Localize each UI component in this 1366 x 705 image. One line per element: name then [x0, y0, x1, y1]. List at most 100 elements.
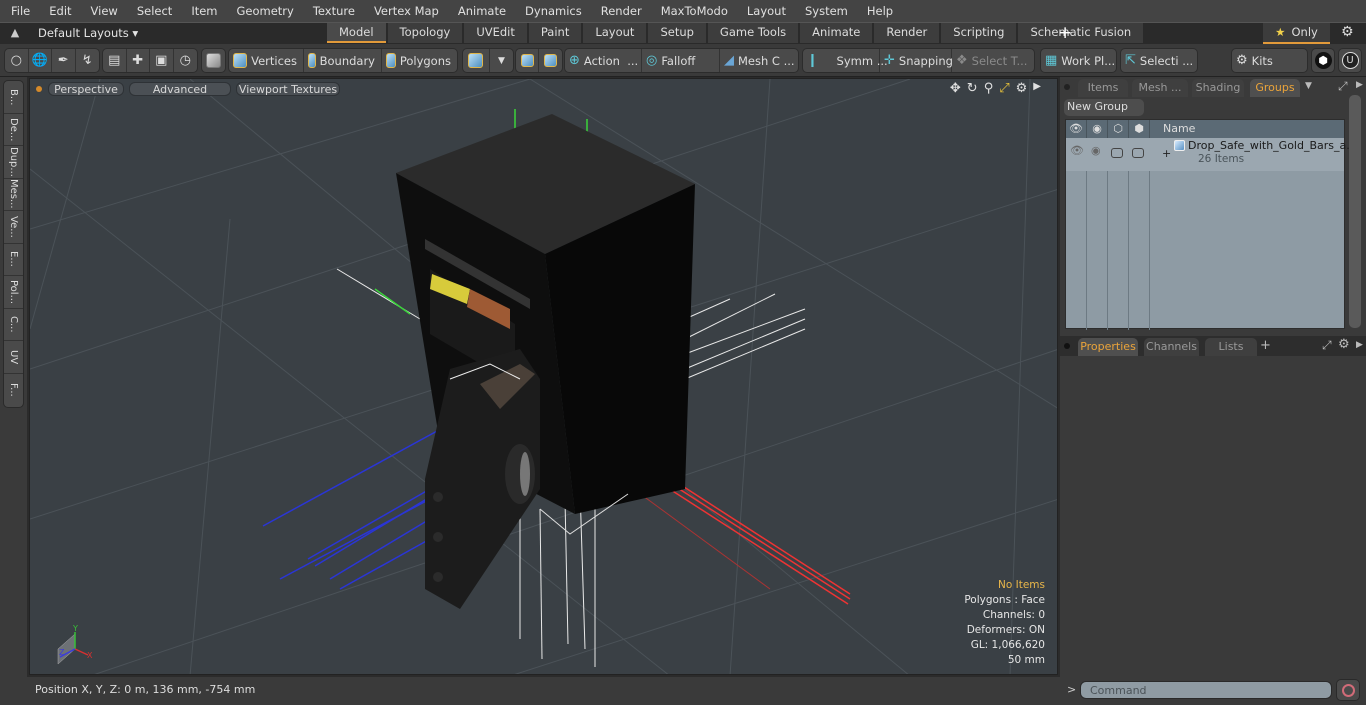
dial-icon[interactable]: ◷ [174, 49, 197, 72]
tab-scripting[interactable]: Scripting [941, 23, 1017, 43]
expand-icon[interactable]: ⤢ [1338, 79, 1348, 94]
layout-selector[interactable]: Default Layouts ▾ [38, 25, 138, 42]
chevron-down-icon[interactable]: ▼ [490, 49, 513, 72]
tab-properties[interactable]: Properties [1078, 338, 1138, 356]
viewport-status-dot[interactable] [36, 86, 42, 92]
expand-toggle[interactable]: + [1162, 147, 1171, 160]
left-tab-polygon[interactable]: Pol... [4, 276, 23, 309]
only-button[interactable]: ★ Only [1263, 23, 1330, 44]
tab-model[interactable]: Model [327, 23, 386, 43]
panel-dot-icon[interactable] [1064, 84, 1070, 90]
panel-arrow-icon[interactable]: ▶ [1356, 80, 1363, 90]
tabs-dropdown-icon[interactable]: ▼ [1305, 81, 1312, 91]
menu-layout[interactable]: Layout [736, 0, 794, 22]
kits-button[interactable]: ⚙ Kits [1231, 48, 1308, 73]
local-axis-icon[interactable] [539, 49, 562, 72]
align-icon[interactable]: ▤ [103, 49, 127, 72]
menu-view[interactable]: View [80, 0, 126, 22]
row-visibility-icon[interactable]: 👁 [1070, 144, 1084, 157]
circle-select-icon[interactable]: ○ [5, 49, 29, 72]
panel-arrow-icon-2[interactable]: ▶ [1356, 340, 1363, 350]
frame-icon[interactable]: ▣ [150, 49, 174, 72]
tab-animate[interactable]: Animate [800, 23, 873, 43]
groups-scrollbar[interactable] [1349, 95, 1361, 328]
tab-shading[interactable]: Shading [1192, 79, 1244, 97]
pen-tool-icon[interactable]: ✒ [52, 49, 76, 72]
viewport-menu-arrow-icon[interactable]: ▶ [1033, 81, 1041, 96]
unreal-button[interactable]: U [1338, 48, 1362, 73]
tab-paint[interactable]: Paint [528, 23, 582, 43]
menu-animate[interactable]: Animate [447, 0, 514, 22]
expand-icon-2[interactable]: ⤢ [1322, 338, 1332, 353]
world-axis-icon[interactable] [516, 49, 540, 72]
tab-schematic-fusion[interactable]: Schematic Fusion [1018, 23, 1144, 43]
item-mode-button[interactable] [201, 48, 226, 73]
name-column-header[interactable]: Name [1163, 122, 1195, 135]
rotate-icon[interactable]: ↻ [967, 81, 978, 96]
globe-icon[interactable]: 🌐 [29, 49, 52, 72]
tab-render[interactable]: Render [874, 23, 940, 43]
tab-lists[interactable]: Lists [1205, 338, 1257, 356]
layout-collapse-icon[interactable]: ▲ [8, 26, 22, 40]
command-input[interactable]: Command [1080, 681, 1332, 699]
select-through-button[interactable]: ❖ Select T... [952, 49, 1032, 72]
pan-icon[interactable]: ✥ [950, 81, 961, 96]
new-group-button[interactable]: New Group [1064, 99, 1144, 116]
boundary-button[interactable]: Boundary [304, 49, 382, 72]
record-macro-button[interactable] [1336, 679, 1360, 701]
left-tab-duplicate[interactable]: Dup... [4, 146, 23, 179]
menu-help[interactable]: Help [856, 0, 901, 22]
lock-col-icon[interactable]: ⬡ [1108, 120, 1129, 138]
props-gear-icon[interactable]: ⚙ [1338, 337, 1350, 352]
menu-item[interactable]: Item [180, 0, 225, 22]
tab-items[interactable]: Items [1078, 79, 1128, 97]
tab-channels[interactable]: Channels [1144, 338, 1199, 356]
menu-vertex-map[interactable]: Vertex Map [363, 0, 447, 22]
visibility-col-icon[interactable]: 👁 [1066, 120, 1087, 138]
viewport-textures-button[interactable]: Viewport Textures [236, 82, 340, 96]
tab-uvedit[interactable]: UVEdit [464, 23, 527, 43]
menu-render[interactable]: Render [590, 0, 650, 22]
symmetry-button[interactable]: ❙ Symm ... [803, 49, 888, 72]
menu-maxtomodo[interactable]: MaxToModo [650, 0, 736, 22]
menu-edit[interactable]: Edit [38, 0, 79, 22]
menu-geometry[interactable]: Geometry [226, 0, 302, 22]
path-icon[interactable]: ↯ [76, 49, 99, 72]
left-tab-curve[interactable]: C... [4, 309, 23, 341]
row-select-toggle[interactable] [1132, 148, 1144, 158]
row-lock-toggle[interactable] [1111, 148, 1123, 158]
tab-groups[interactable]: Groups [1250, 79, 1300, 97]
left-tab-mesh-edit[interactable]: Mes... [4, 179, 23, 211]
left-tab-vertex[interactable]: Ve... [4, 211, 23, 244]
panel-dot-icon-2[interactable] [1064, 343, 1070, 349]
action-center-button[interactable]: ⊕ Action ... [565, 49, 642, 72]
row-render-icon[interactable]: ◉ [1091, 144, 1101, 157]
mesh-constraint-button[interactable]: ◢ Mesh C ... [720, 49, 798, 72]
maximize-icon[interactable]: ⤢ [999, 81, 1009, 96]
left-tab-basic[interactable]: B... [4, 81, 23, 114]
menu-file[interactable]: File [0, 0, 38, 22]
add-tab-button[interactable]: + [1058, 23, 1072, 43]
3d-viewport[interactable]: Y X Z Perspective Advanced Viewport Text… [29, 78, 1058, 675]
menu-dynamics[interactable]: Dynamics [514, 0, 590, 22]
tab-topology[interactable]: Topology [387, 23, 463, 43]
add-tab-icon[interactable]: + [1260, 338, 1271, 353]
tab-game-tools[interactable]: Game Tools [707, 23, 799, 43]
group-row[interactable]: 👁 ◉ + Drop_Safe_with_Gold_Bars_a... 26 I… [1066, 138, 1357, 171]
left-tab-edge[interactable]: E... [4, 244, 23, 276]
left-tab-uv[interactable]: UV [4, 341, 23, 374]
tab-layout[interactable]: Layout [583, 23, 647, 43]
tab-mesh[interactable]: Mesh ... [1132, 79, 1188, 97]
polygons-button[interactable]: Polygons [382, 49, 457, 72]
zoom-icon[interactable]: ⚲ [984, 81, 994, 96]
shading-mode-button[interactable]: Advanced [129, 82, 231, 96]
vertices-button[interactable]: Vertices [229, 49, 304, 72]
work-plane-button[interactable]: ▦ Work Pl... [1040, 48, 1117, 73]
viewport-gear-icon[interactable]: ⚙ [1016, 81, 1028, 96]
view-mode-button[interactable]: Perspective [48, 82, 124, 96]
material-mode-button[interactable] [463, 49, 490, 72]
menu-system[interactable]: System [794, 0, 856, 22]
gear-icon[interactable]: ⚙ [1341, 24, 1354, 40]
selection-sets-button[interactable]: ⇱ Selecti ... [1120, 48, 1198, 73]
falloff-button[interactable]: ◎ Falloff [642, 49, 720, 72]
